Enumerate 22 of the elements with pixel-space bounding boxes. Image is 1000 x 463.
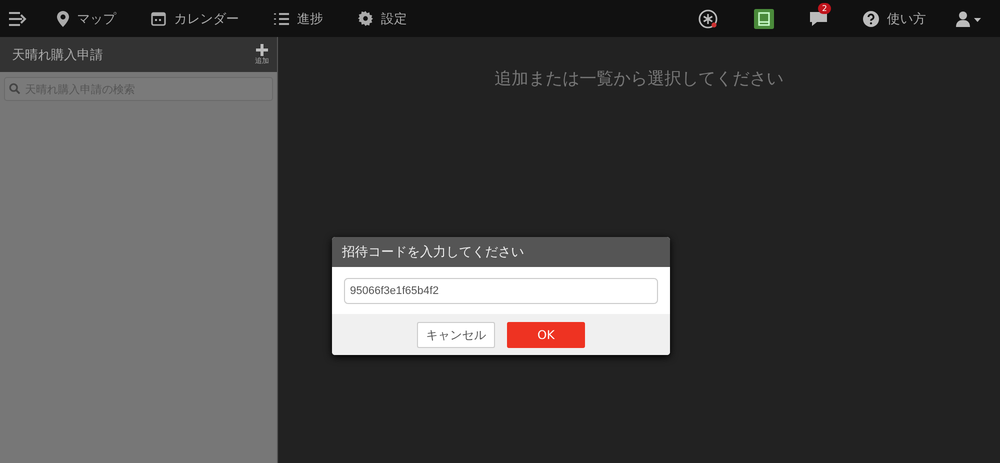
sidebar-title: 天晴れ購入申請 (12, 46, 103, 64)
notification-badge: 2 (818, 2, 832, 14)
menu-icon[interactable] (9, 12, 27, 26)
ok-button[interactable]: OK (507, 322, 585, 348)
empty-message: 追加または一覧から選択してください (494, 68, 784, 90)
cancel-button[interactable]: キャンセル (417, 322, 495, 348)
help-link[interactable]: 使い方 (863, 10, 926, 28)
map-pin-icon[interactable] (57, 10, 69, 26)
help-icon[interactable] (863, 10, 879, 26)
checklist-icon[interactable] (274, 12, 289, 26)
asterisk-icon[interactable] (698, 8, 718, 28)
nav-link[interactable]: 進捗 (274, 10, 323, 28)
nav-link[interactable]: カレンダー (151, 10, 239, 28)
book-icon[interactable] (754, 8, 774, 28)
dialog-title: 招待コードを入力してください (332, 237, 670, 267)
code-field[interactable]: 95066f3e1f65b4f2 (344, 278, 658, 304)
calendar-icon[interactable] (151, 11, 166, 26)
nav-link[interactable]: 設定 (358, 10, 407, 28)
chat-icon[interactable] (810, 10, 827, 26)
nav-link[interactable]: マップ (57, 10, 116, 28)
user-menu-icon[interactable] (956, 10, 982, 26)
settings-icon[interactable] (358, 11, 373, 26)
